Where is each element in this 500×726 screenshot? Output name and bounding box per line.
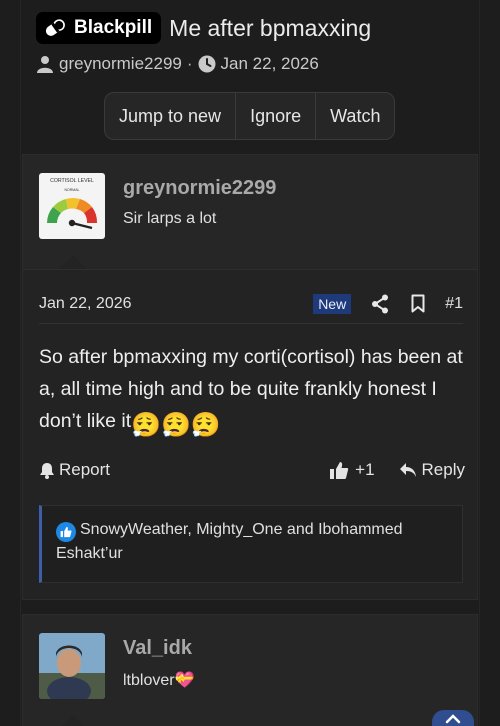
post-date[interactable]: Jan 22, 2026 — [39, 295, 313, 313]
ignore-button[interactable]: Ignore — [236, 93, 317, 139]
user-title-2-text: ltblover — [123, 672, 175, 689]
chevron-up-icon — [445, 714, 461, 724]
cortisol-gauge-image: CORTISOL LEVEL NORMAL — [47, 178, 98, 230]
user-icon — [37, 56, 53, 73]
post-actions: Report +1 Reply — [39, 453, 465, 487]
bell-icon — [40, 462, 54, 479]
message-arrow — [59, 255, 87, 269]
prefix-label: Blackpill — [74, 17, 153, 38]
post-card-2: Val_idk ltblover💝 — [22, 614, 478, 726]
like-button[interactable]: +1 — [329, 460, 375, 480]
watch-button[interactable]: Watch — [316, 93, 394, 139]
report-button[interactable]: Report — [39, 460, 329, 480]
thread-meta: greynormie2299 · Jan 22, 2026 — [36, 54, 319, 74]
avatar-2[interactable] — [39, 633, 105, 699]
user-title: Sir larps a lot — [123, 210, 217, 227]
post-user-info-2: Val_idk ltblover💝 — [23, 615, 477, 726]
post-header: Jan 22, 2026 New #1 — [39, 288, 463, 324]
reply-button[interactable]: Reply — [399, 460, 465, 480]
thumbs-up-icon — [330, 461, 349, 479]
post-number-link[interactable]: #1 — [445, 295, 463, 313]
reactions-list: SnowyWeather, Mighty_One and Ibohammed E… — [56, 521, 403, 562]
reactions-bar[interactable]: SnowyWeather, Mighty_One and Ibohammed E… — [39, 505, 463, 583]
thread-title: Blackpill Me after bpmaxxing — [36, 12, 371, 44]
avatar[interactable]: CORTISOL LEVEL NORMAL — [39, 173, 105, 239]
bookmark-icon[interactable] — [407, 293, 429, 315]
page: Blackpill Me after bpmaxxing greynormie2… — [0, 0, 500, 726]
emoji: 😮‍💨😮‍💨😮‍💨 — [131, 412, 221, 439]
user-title-2: ltblover💝 — [123, 670, 195, 690]
jump-to-new-button[interactable]: Jump to new — [105, 93, 237, 139]
meta-separator: · — [186, 54, 193, 73]
prefix-badge[interactable]: Blackpill — [36, 12, 162, 44]
heart-emoji: 💝 — [174, 672, 195, 689]
scroll-to-top-button[interactable] — [432, 710, 474, 726]
thread-action-buttons: Jump to new Ignore Watch — [104, 92, 396, 140]
post-text: So after bpmaxxing my corti(cortisol) ha… — [39, 346, 463, 432]
message-arrow-2 — [59, 715, 87, 726]
thread-author-link[interactable]: greynormie2299 — [59, 54, 182, 74]
blackpill-icon — [45, 19, 65, 36]
thread-date[interactable]: Jan 22, 2026 — [221, 54, 319, 74]
report-label: Report — [59, 460, 111, 479]
gauge-normal-label: NORMAL — [65, 188, 80, 192]
post-user-info: CORTISOL LEVEL NORMAL greynormie2299 Sir… — [23, 155, 477, 270]
gauge-caption: CORTISOL LEVEL — [50, 178, 94, 184]
share-icon[interactable] — [369, 293, 391, 315]
new-badge: New — [313, 293, 352, 314]
page-title: Me after bpmaxxing — [169, 14, 372, 41]
reply-label: Reply — [421, 460, 465, 479]
post-username[interactable]: greynormie2299 — [123, 177, 276, 200]
reply-icon — [399, 463, 416, 477]
like-count: +1 — [355, 460, 375, 479]
like-reaction-icon — [56, 522, 76, 542]
post-body: So after bpmaxxing my corti(cortisol) ha… — [39, 341, 469, 442]
post-username-2[interactable]: Val_idk — [123, 637, 192, 660]
profile-photo — [39, 633, 105, 699]
clock-icon — [198, 55, 216, 73]
post-card: CORTISOL LEVEL NORMAL greynormie2299 Sir… — [22, 154, 478, 600]
